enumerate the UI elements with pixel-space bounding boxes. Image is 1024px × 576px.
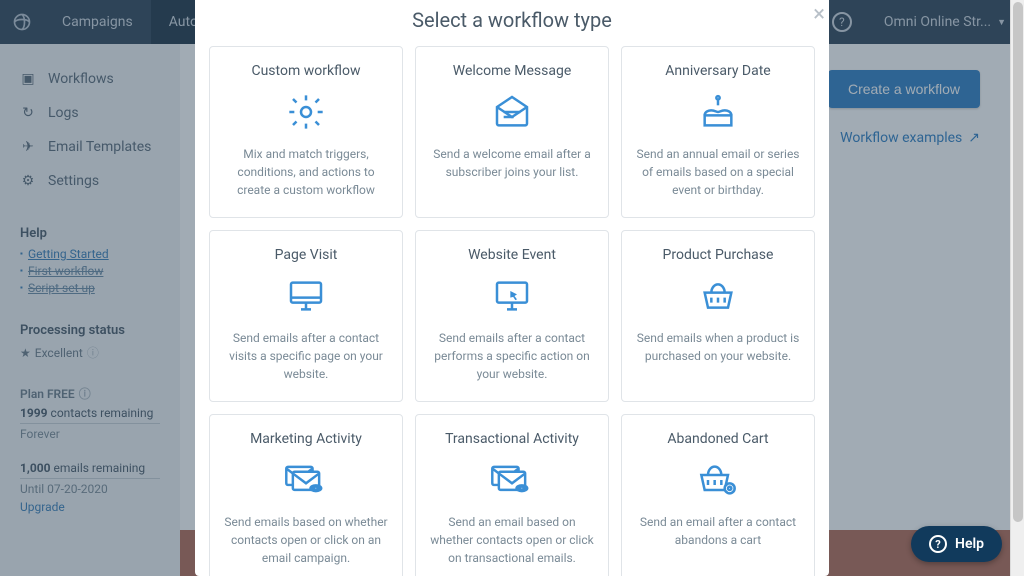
card-transactional-activity[interactable]: Transactional Activity Send an email bas… — [415, 414, 609, 576]
gear-icon — [286, 89, 326, 135]
card-marketing-activity[interactable]: Marketing Activity Send emails based on … — [209, 414, 403, 576]
workflow-type-modal: × Select a workflow type Custom workflow… — [195, 0, 829, 576]
card-website-event[interactable]: Website Event Send emails after a contac… — [415, 230, 609, 402]
card-anniversary-date[interactable]: Anniversary Date Send an annual email or… — [621, 46, 815, 218]
modal-overlay: × Select a workflow type Custom workflow… — [0, 0, 1024, 576]
card-custom-workflow[interactable]: Custom workflow Mix and match triggers, … — [209, 46, 403, 218]
mail-eye-icon — [489, 457, 535, 503]
help-widget[interactable]: ? Help — [911, 526, 1002, 562]
envelope-open-icon — [492, 89, 532, 135]
card-page-visit[interactable]: Page Visit Send emails after a contact v… — [209, 230, 403, 402]
card-abandoned-cart[interactable]: Abandoned Cart Send an email after a con… — [621, 414, 815, 576]
monitor-click-icon — [491, 273, 533, 319]
help-icon: ? — [929, 535, 947, 553]
card-grid: Custom workflow Mix and match triggers, … — [209, 46, 815, 576]
basket-gear-icon — [696, 457, 740, 503]
mail-eye-icon — [283, 457, 329, 503]
scrollbar-thumb[interactable] — [1013, 2, 1023, 522]
modal-title: Select a workflow type — [209, 2, 815, 46]
cake-icon — [696, 89, 740, 135]
basket-icon — [697, 273, 739, 319]
card-product-purchase[interactable]: Product Purchase Send emails when a prod… — [621, 230, 815, 402]
card-welcome-message[interactable]: Welcome Message Send a welcome email aft… — [415, 46, 609, 218]
scrollbar[interactable] — [1010, 0, 1024, 576]
close-icon[interactable]: × — [813, 4, 825, 26]
monitor-icon — [285, 273, 327, 319]
